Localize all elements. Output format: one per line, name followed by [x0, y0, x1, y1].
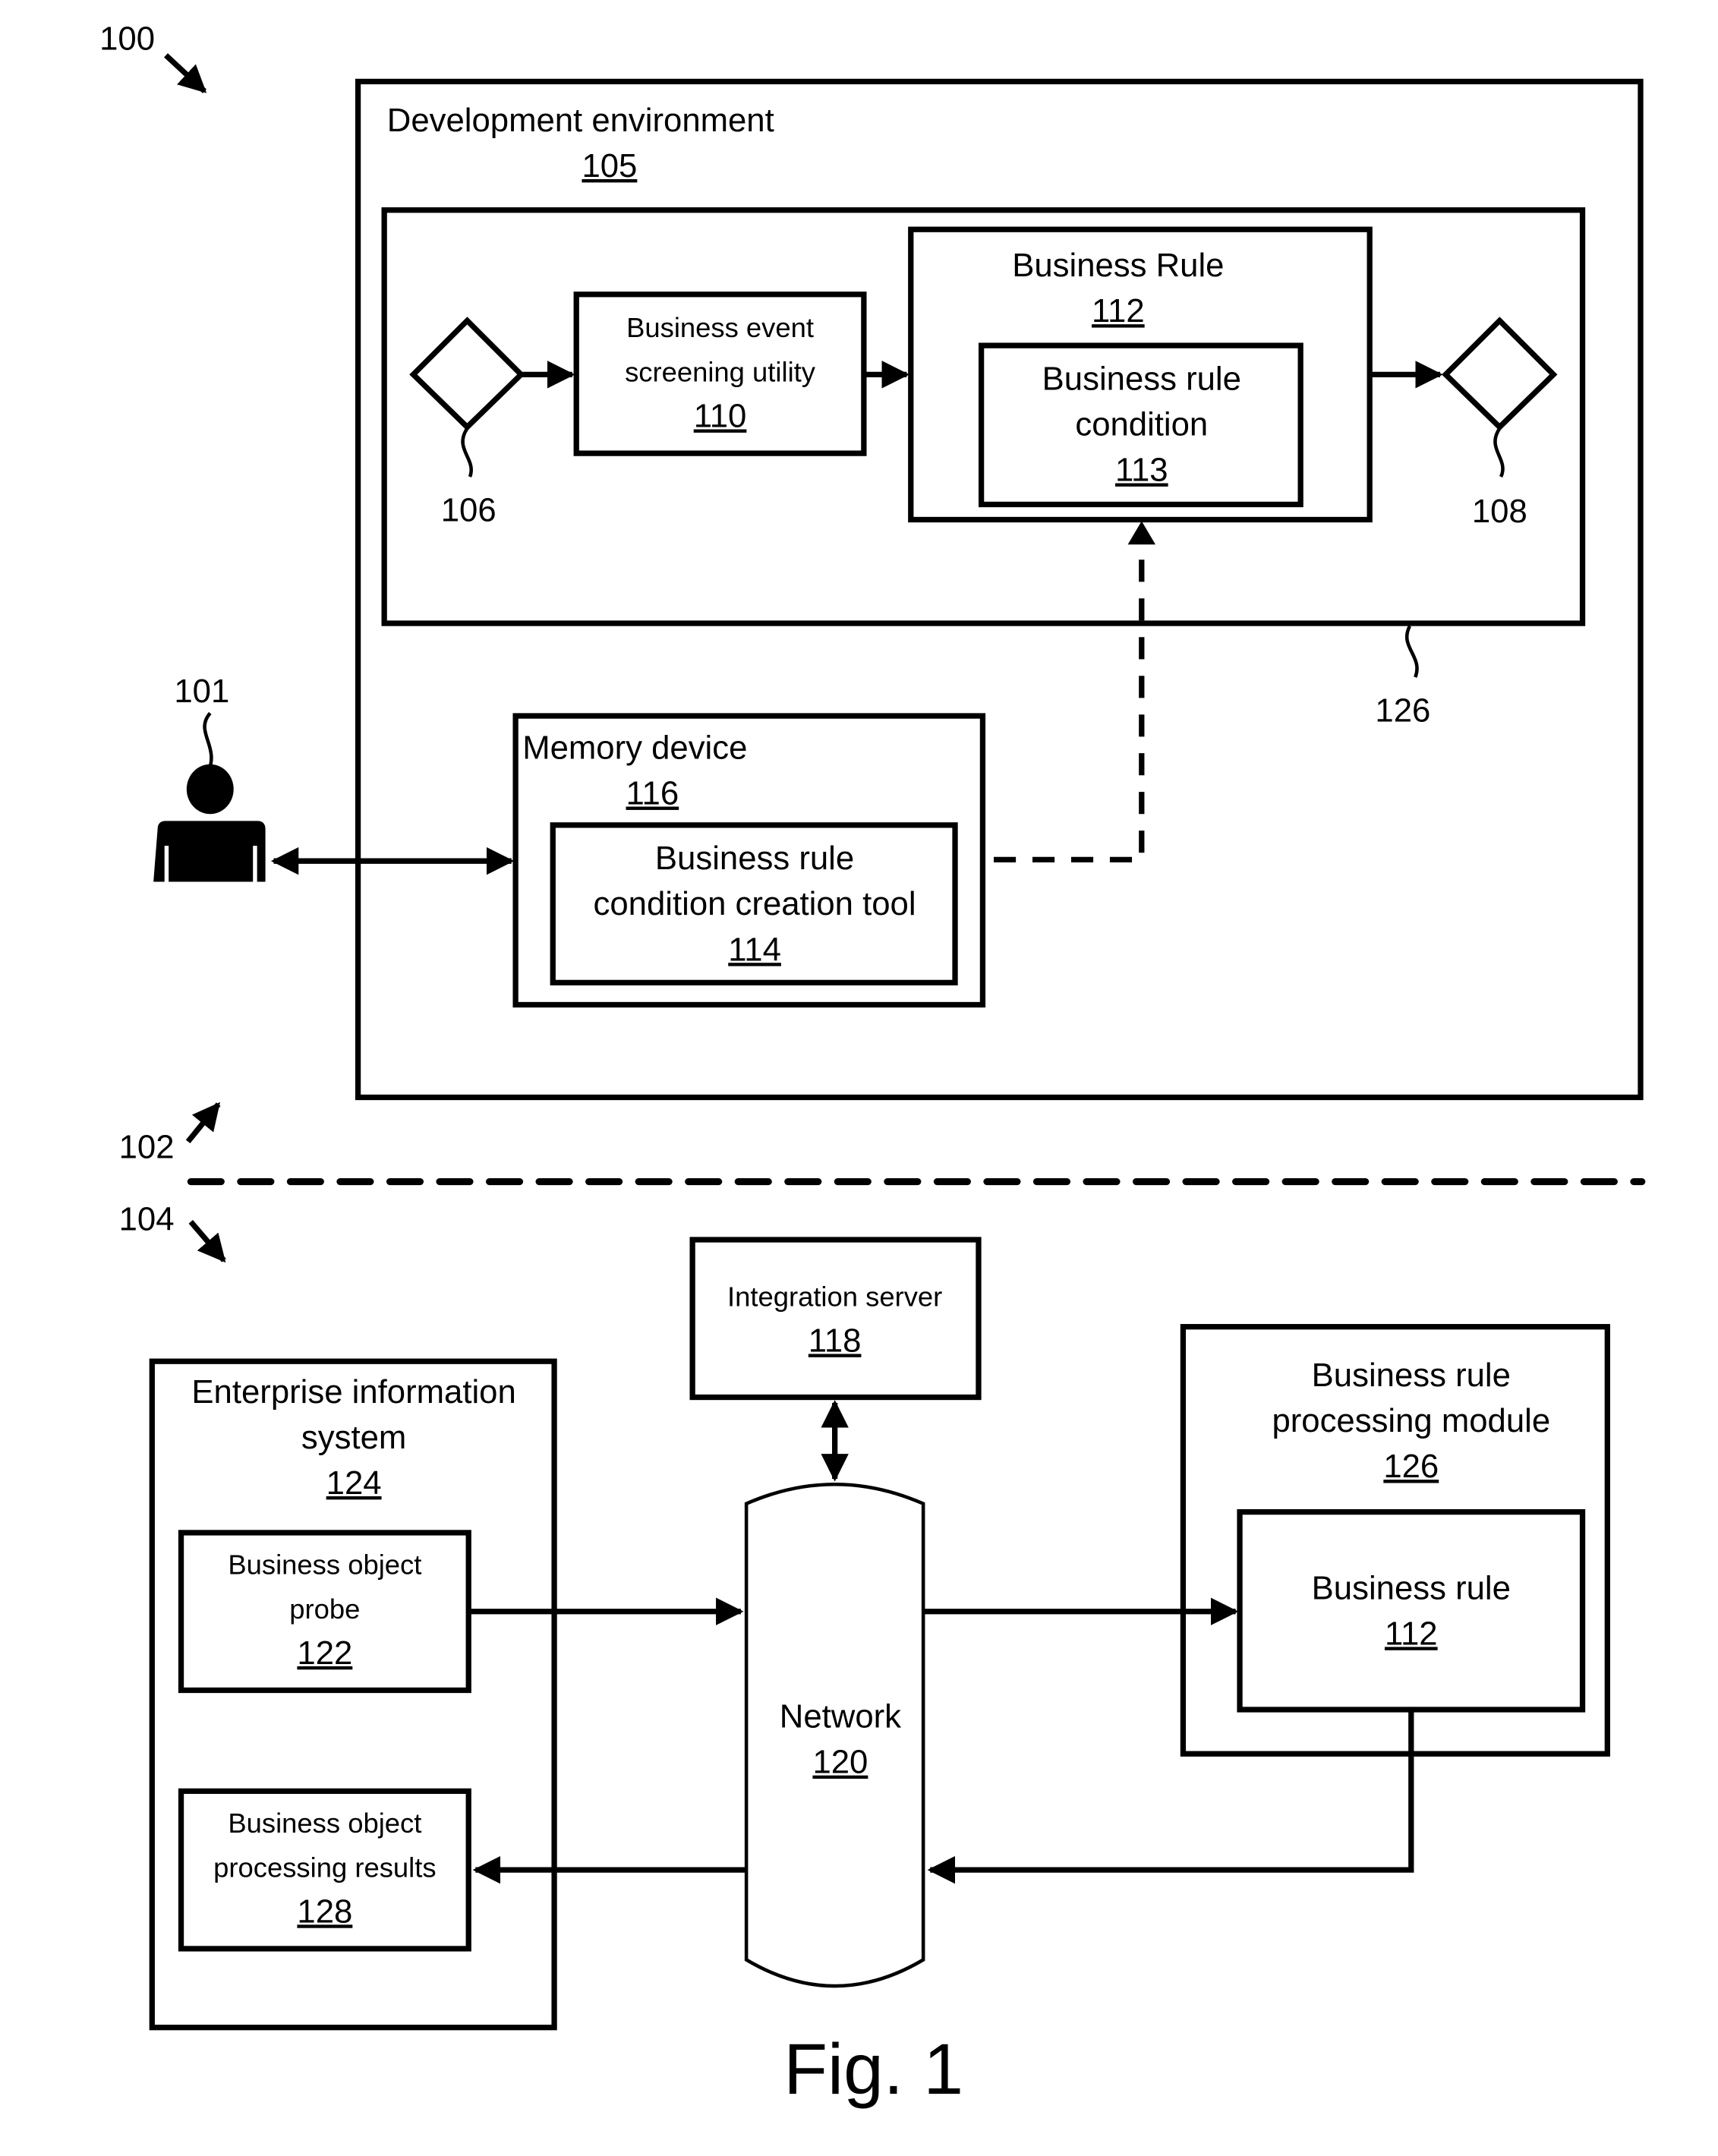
processing-results-line1: Business object — [228, 1808, 421, 1839]
runtime-business-rule-title: Business rule — [1312, 1569, 1511, 1606]
integration-server-ref: 118 — [809, 1322, 862, 1359]
business-object-probe-line2: probe — [289, 1593, 360, 1625]
condition-creation-tool-ref: 114 — [728, 931, 781, 968]
ref-label-102: 102 — [119, 1129, 175, 1166]
screening-utility-ref: 110 — [694, 398, 747, 435]
ref-label-100: 100 — [99, 20, 155, 58]
business-rule-ref: 112 — [1092, 292, 1145, 329]
ref-label-104: 104 — [119, 1200, 175, 1237]
condition-creation-tool-line2: condition creation tool — [594, 885, 916, 922]
development-environment-title: Development environment — [387, 102, 774, 139]
ref-arrow-104 — [188, 1219, 226, 1263]
processing-module-ref: 126 — [1383, 1448, 1439, 1485]
business-rule-condition-ref: 113 — [1115, 452, 1168, 489]
ref-label-126-process: 126 — [1375, 692, 1430, 729]
ref-label-106: 106 — [441, 491, 496, 528]
business-rule-title: Business Rule — [1012, 247, 1224, 284]
network-title: Network — [780, 1698, 901, 1735]
screening-utility-line2: screening utility — [625, 356, 816, 387]
network-ref: 120 — [812, 1744, 868, 1781]
development-environment-ref: 105 — [582, 147, 637, 184]
figure-canvas: 100 Development environment 105 106 Busi… — [99, 20, 1646, 2110]
ref-label-108: 108 — [1472, 493, 1527, 530]
figure-caption: Fig. 1 — [783, 2029, 963, 2110]
memory-device-ref: 116 — [626, 775, 679, 812]
user-icon — [153, 764, 266, 882]
enterprise-info-system-line1: Enterprise information — [191, 1373, 515, 1411]
condition-creation-tool-line1: Business rule — [655, 840, 854, 877]
business-object-probe-ref: 122 — [297, 1634, 352, 1672]
screening-utility-line1: Business event — [626, 312, 814, 343]
enterprise-info-system-line2: system — [301, 1419, 406, 1456]
processing-module-line1: Business rule — [1312, 1357, 1511, 1394]
processing-module-line2: processing module — [1272, 1402, 1550, 1439]
integration-server-box[interactable] — [689, 1237, 982, 1401]
processing-results-line2: processing results — [213, 1852, 436, 1883]
ref-label-101: 101 — [174, 673, 229, 710]
runtime-business-rule-box[interactable] — [1237, 1509, 1586, 1713]
memory-device-title: Memory device — [522, 729, 747, 766]
runtime-business-rule-ref: 112 — [1385, 1615, 1438, 1652]
integration-server-title: Integration server — [727, 1281, 942, 1312]
business-rule-condition-line1: Business rule — [1042, 360, 1241, 397]
processing-results-ref: 128 — [297, 1893, 352, 1930]
ref-arrow-102 — [185, 1102, 221, 1144]
enterprise-info-system-ref: 124 — [326, 1464, 382, 1502]
business-rule-condition-line2: condition — [1075, 405, 1208, 443]
business-object-probe-line1: Business object — [228, 1549, 421, 1581]
ref-arrow-100 — [164, 53, 207, 93]
